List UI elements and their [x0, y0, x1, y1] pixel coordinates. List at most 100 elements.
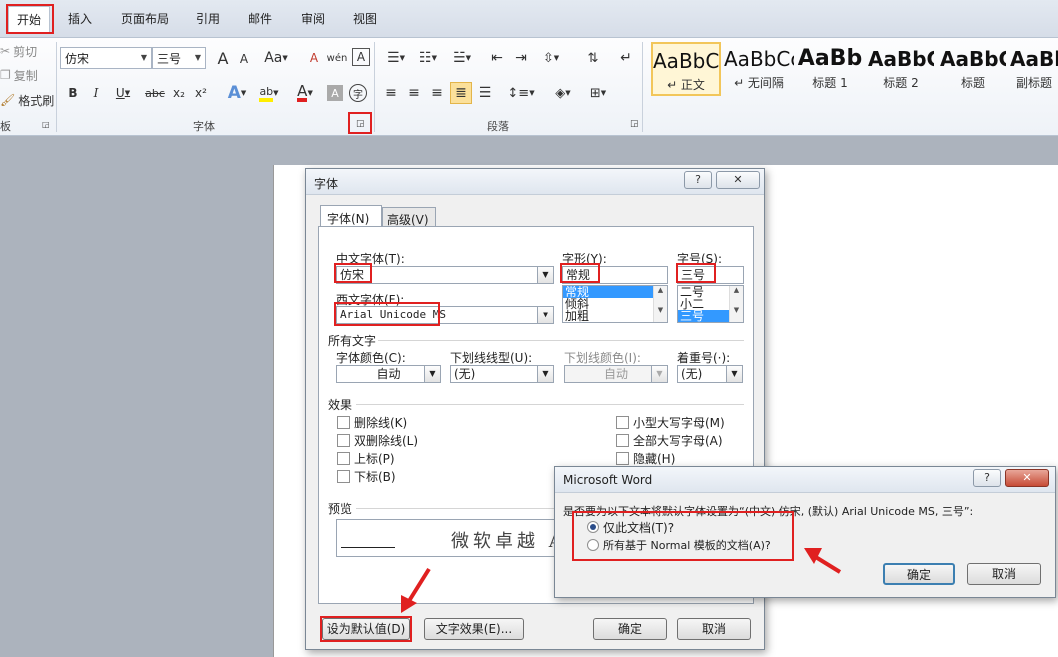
font-size-combo[interactable]: 三号 ▼: [152, 47, 206, 69]
bold-button[interactable]: B: [64, 84, 82, 102]
scrollbar[interactable]: ▲ ▼: [729, 286, 743, 322]
scrollbar[interactable]: ▲ ▼: [653, 286, 667, 322]
italic-button[interactable]: I: [87, 84, 105, 102]
chevron-down-icon[interactable]: ▼: [191, 48, 205, 68]
show-marks-button[interactable]: ↵: [617, 48, 635, 68]
highlight-button[interactable]: ab ▼: [254, 82, 284, 104]
distribute-button[interactable]: ☰: [476, 84, 494, 102]
align-left-icon: ≡: [385, 85, 397, 101]
chevron-down-icon[interactable]: ▼: [424, 366, 440, 382]
tab-home[interactable]: 开始: [8, 6, 51, 33]
close-button[interactable]: ✕: [1005, 469, 1049, 487]
copy-button[interactable]: ❐ 复制: [0, 66, 38, 84]
cancel-button[interactable]: 取消: [677, 618, 751, 640]
cut-button[interactable]: ✂ 剪切: [0, 42, 37, 60]
style-title[interactable]: AaBbC 标题: [940, 42, 1006, 96]
format-painter-button[interactable]: 🖌 格式刷: [0, 91, 54, 109]
double-strikethrough-checkbox[interactable]: [337, 434, 350, 447]
list-item[interactable]: 加粗: [563, 310, 667, 322]
chevron-down-icon[interactable]: ▼: [137, 48, 151, 68]
enclose-char-button[interactable]: 字: [349, 84, 367, 102]
align-right-button[interactable]: ≡: [428, 84, 446, 102]
confirm-dialog-titlebar[interactable]: Microsoft Word ? ✕: [555, 467, 1055, 493]
clear-format-button[interactable]: A: [304, 48, 324, 68]
line-spacing-button[interactable]: ↕≡ ▼: [507, 84, 534, 102]
strikethrough-checkbox[interactable]: [337, 416, 350, 429]
ok-button[interactable]: 确定: [593, 618, 667, 640]
multilevel-list-button[interactable]: ☱ ▼: [448, 48, 476, 68]
sort-button[interactable]: ⇅: [582, 48, 604, 68]
bullet-list-icon: ☰: [387, 50, 400, 66]
font-name-combo[interactable]: 仿宋 ▼: [60, 47, 152, 69]
help-button[interactable]: ?: [684, 171, 712, 189]
clipboard-launcher-icon[interactable]: ◲: [42, 120, 50, 129]
west-font-select[interactable]: Arial Unicode MS ▼: [336, 306, 554, 324]
set-default-button[interactable]: 设为默认值(D): [322, 618, 410, 640]
justify-button[interactable]: ≣: [450, 82, 472, 104]
style-no-spacing[interactable]: AaBbCc ↵ 无间隔: [724, 42, 794, 96]
subscript-checkbox[interactable]: [337, 470, 350, 483]
bullets-button[interactable]: ☰ ▼: [382, 48, 410, 68]
phonetic-guide-button[interactable]: wén: [326, 48, 348, 68]
char-shading-button[interactable]: A: [327, 85, 343, 101]
strikethrough-button[interactable]: abc: [144, 84, 166, 102]
size-input[interactable]: 三号: [677, 266, 744, 284]
all-caps-checkbox[interactable]: [616, 434, 629, 447]
chevron-down-icon[interactable]: ▼: [726, 366, 742, 382]
numbering-button[interactable]: ☷ ▼: [414, 48, 442, 68]
style-input[interactable]: 常规: [562, 266, 668, 284]
small-caps-checkbox[interactable]: [616, 416, 629, 429]
chevron-down-icon[interactable]: ▼: [537, 307, 553, 323]
change-case-button[interactable]: Aa ▼: [262, 48, 290, 68]
underline-button[interactable]: U ▼: [110, 84, 136, 102]
align-left-button[interactable]: ≡: [382, 84, 400, 102]
help-button[interactable]: ?: [973, 469, 1001, 487]
shrink-font-button[interactable]: A: [236, 50, 252, 68]
text-effects-button[interactable]: 文字效果(E)...: [424, 618, 524, 640]
style-list[interactable]: 常规 倾斜 加粗 ▲ ▼: [562, 285, 668, 323]
chevron-down-icon[interactable]: ▼: [537, 267, 553, 283]
text-effects-button[interactable]: A ▼: [224, 82, 250, 104]
style-normal[interactable]: AaBbCc ↵ 正文: [651, 42, 721, 96]
decrease-indent-button[interactable]: ⇤: [487, 48, 507, 68]
tab-review[interactable]: 审阅: [301, 10, 325, 27]
align-center-button[interactable]: ≡: [405, 84, 423, 102]
option-this-document-radio[interactable]: [587, 521, 599, 533]
font-color-label: 字体颜色(C):: [336, 351, 406, 365]
ok-button[interactable]: 确定: [883, 563, 955, 585]
tab-font[interactable]: 字体(N): [320, 205, 382, 227]
underline-type-select[interactable]: (无) ▼: [450, 365, 554, 383]
emphasis-select[interactable]: (无) ▼: [677, 365, 743, 383]
option-all-normal-radio[interactable]: [587, 539, 599, 551]
cn-font-select[interactable]: 仿宋 ▼: [336, 266, 554, 284]
superscript-button[interactable]: x²: [192, 84, 210, 102]
tab-references[interactable]: 引用: [196, 10, 220, 27]
superscript-checkbox[interactable]: [337, 452, 350, 465]
cancel-button[interactable]: 取消: [967, 563, 1041, 585]
grow-font-button[interactable]: A: [214, 48, 232, 68]
hidden-checkbox[interactable]: [616, 452, 629, 465]
chevron-down-icon[interactable]: ▼: [537, 366, 553, 382]
char-border-button[interactable]: A: [352, 48, 370, 66]
tab-mailings[interactable]: 邮件: [248, 10, 272, 27]
font-dialog-launcher-icon[interactable]: ◲: [356, 119, 365, 129]
style-heading-2[interactable]: AaBbC 标题 2: [868, 42, 934, 96]
style-heading-1[interactable]: AaBb 标题 1: [797, 42, 863, 96]
increase-indent-button[interactable]: ⇥: [511, 48, 531, 68]
tab-view[interactable]: 视图: [353, 10, 377, 27]
subscript-button[interactable]: x₂: [170, 84, 188, 102]
font-color-select[interactable]: 自动 ▼: [336, 365, 441, 383]
tab-page-layout[interactable]: 页面布局: [121, 10, 169, 27]
chinese-layout-button[interactable]: ⇳ ▼: [540, 48, 562, 68]
borders-button[interactable]: ⊞ ▼: [583, 84, 613, 102]
size-list[interactable]: 二号 小二 三号 ▲ ▼: [677, 285, 744, 323]
font-color-button[interactable]: A ▼: [290, 82, 320, 104]
paragraph-dialog-launcher-icon[interactable]: ◲: [630, 119, 639, 129]
close-button[interactable]: ✕: [716, 171, 760, 189]
tab-advanced[interactable]: 高级(V): [382, 207, 436, 227]
tab-insert[interactable]: 插入: [68, 10, 92, 27]
font-dialog-titlebar[interactable]: 字体 ? ✕: [306, 169, 764, 195]
shrink-font-icon: A: [239, 52, 249, 66]
style-subtitle[interactable]: AaBl 副标题: [1010, 42, 1058, 96]
shading-button[interactable]: ◈ ▼: [548, 84, 578, 102]
